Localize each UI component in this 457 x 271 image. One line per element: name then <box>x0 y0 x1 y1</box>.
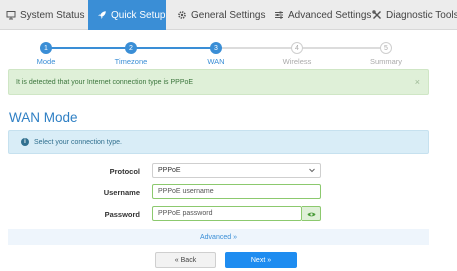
rocket-icon <box>97 10 107 20</box>
advanced-toggle[interactable]: Advanced » <box>8 229 429 245</box>
info-message: Select your connection type. <box>34 138 122 146</box>
step-label-summary: Summary <box>369 57 403 66</box>
step-circle-wan: 3 <box>210 42 222 54</box>
step-circle-wireless: 4 <box>291 42 303 54</box>
tab-label: Advanced Settings <box>288 9 372 21</box>
tab-label: System Status <box>20 9 85 21</box>
main-tab-bar: System Status Quick Setup General Settin… <box>0 0 457 30</box>
protocol-select[interactable]: PPPoE <box>152 163 321 178</box>
info-banner: i Select your connection type. <box>8 130 429 154</box>
password-label: Password <box>104 210 140 219</box>
sliders-icon <box>274 10 284 20</box>
step-circle-summary: 5 <box>380 42 392 54</box>
tab-diagnostic-tools[interactable]: Diagnostic Tools <box>362 0 457 30</box>
close-icon[interactable]: × <box>415 77 420 87</box>
protocol-label: Protocol <box>109 167 140 176</box>
step-label-wan: WAN <box>207 57 225 66</box>
step-label-mode: Mode <box>36 57 56 66</box>
detection-alert: It is detected that your Internet connec… <box>8 69 429 95</box>
username-placeholder: PPPoE username <box>158 188 214 195</box>
tab-system-status[interactable]: System Status <box>0 0 88 30</box>
back-button[interactable]: « Back <box>155 252 216 268</box>
alert-message: It is detected that your Internet connec… <box>16 78 194 86</box>
tab-label: Diagnostic Tools <box>386 9 457 21</box>
monitor-icon <box>6 10 16 20</box>
setup-progress-stepper: 1 2 3 4 5 Mode Timezone WAN Wireless Sum… <box>0 38 457 68</box>
protocol-selected-value: PPPoE <box>158 167 181 174</box>
step-label-timezone: Timezone <box>114 57 148 66</box>
tab-label: Quick Setup <box>111 9 166 21</box>
tools-icon <box>372 10 382 20</box>
step-circle-timezone: 2 <box>125 42 137 54</box>
tab-general-settings[interactable]: General Settings <box>166 0 266 30</box>
eye-icon <box>307 205 316 223</box>
info-icon: i <box>21 138 29 146</box>
step-label-wireless: Wireless <box>282 57 312 66</box>
step-circle-mode: 1 <box>40 42 52 54</box>
show-password-button[interactable] <box>302 206 321 221</box>
next-button[interactable]: Next » <box>225 252 297 268</box>
tab-advanced-settings[interactable]: Advanced Settings <box>263 0 371 30</box>
page-title: WAN Mode <box>9 110 78 125</box>
chevron-down-icon <box>308 166 316 176</box>
password-placeholder: PPPoE password <box>158 210 213 217</box>
password-field[interactable]: PPPoE password <box>152 206 302 221</box>
tab-label: General Settings <box>191 9 266 21</box>
username-label: Username <box>103 188 140 197</box>
tab-quick-setup[interactable]: Quick Setup <box>88 0 166 30</box>
username-field[interactable]: PPPoE username <box>152 184 321 199</box>
gear-icon <box>177 10 187 20</box>
